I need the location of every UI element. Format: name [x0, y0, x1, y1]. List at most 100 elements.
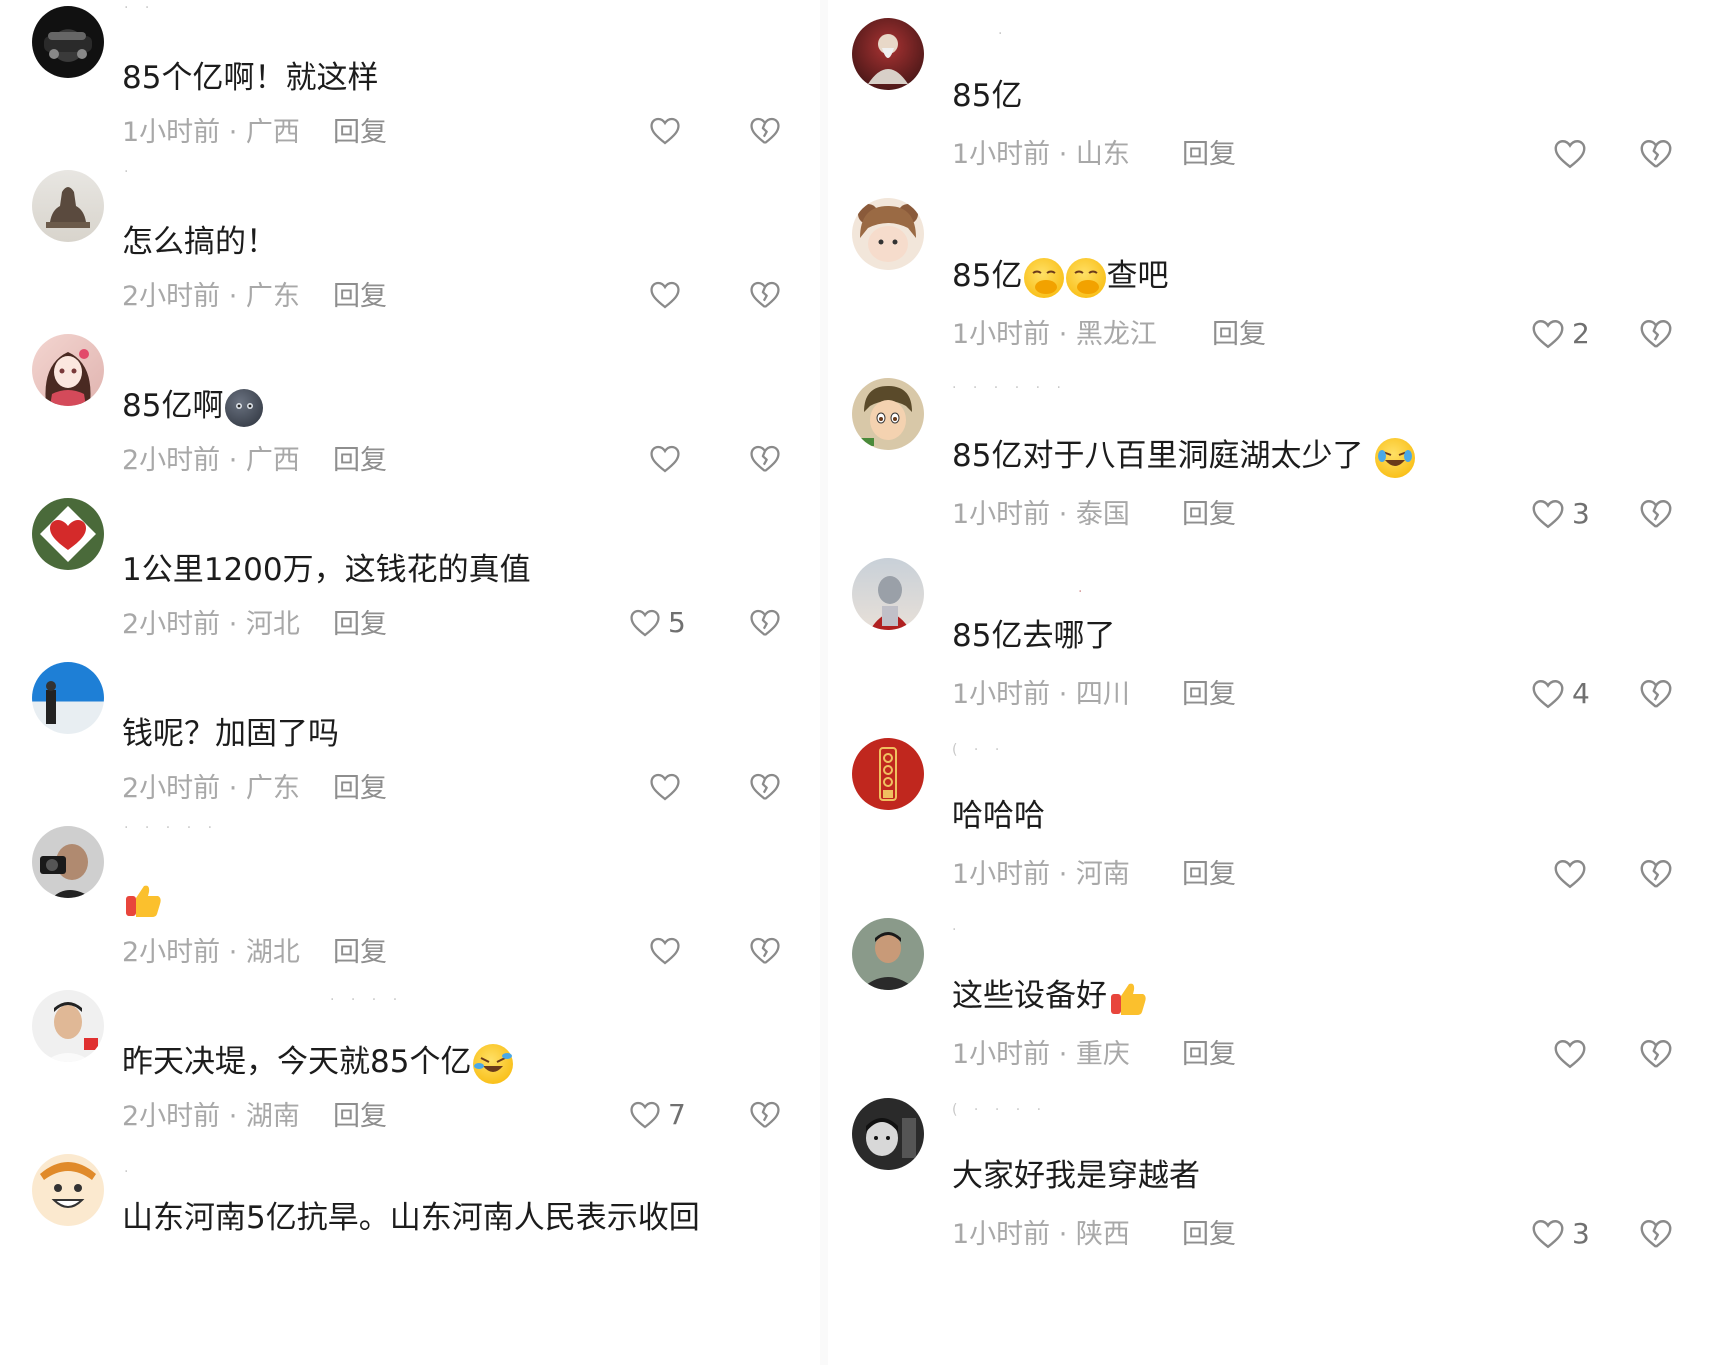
- avatar[interactable]: [852, 558, 924, 630]
- comment-item: · 85亿去哪了 1小时前 · 四川 回复 4: [828, 540, 1711, 720]
- comment-item: 钱呢？加固了吗 2小时前 · 广东 回复: [0, 656, 820, 820]
- comment-column-left: · · 85个亿啊！就这样 1小时前 · 广西 回复 · 怎么搞的！ 2小时前 …: [0, 0, 820, 1365]
- heart-icon: [1532, 500, 1564, 529]
- new-moon-face-emoji: [225, 388, 264, 427]
- like-button[interactable]: [648, 278, 688, 312]
- dislike-button[interactable]: [1638, 316, 1674, 352]
- username[interactable]: · · · ·: [330, 992, 403, 1008]
- reply-button[interactable]: 回复: [1182, 678, 1236, 712]
- dislike-button[interactable]: [1638, 136, 1674, 172]
- avatar[interactable]: [32, 1154, 104, 1226]
- dislike-button[interactable]: [748, 770, 782, 804]
- like-button[interactable]: 3: [1530, 496, 1590, 532]
- reply-button[interactable]: 回复: [1182, 1218, 1236, 1252]
- username[interactable]: ·: [124, 164, 134, 180]
- reply-button[interactable]: 回复: [1182, 138, 1236, 172]
- comment-meta: 1小时前 · 泰国: [952, 499, 1130, 530]
- avatar[interactable]: [852, 378, 924, 450]
- comment-text: 85亿对于八百里洞庭湖太少了: [952, 436, 1416, 478]
- avatar[interactable]: [32, 826, 104, 898]
- dislike-button[interactable]: [748, 1098, 782, 1132]
- comment-item: · 这些设备好 1小时前 · 重庆 回复: [828, 900, 1711, 1080]
- like-button[interactable]: 5: [628, 606, 686, 640]
- reply-button[interactable]: 回复: [333, 116, 387, 150]
- reply-button[interactable]: 回复: [333, 444, 387, 478]
- avatar[interactable]: [32, 170, 104, 242]
- like-button[interactable]: 3: [1530, 1216, 1590, 1252]
- like-count: 3: [1572, 497, 1590, 530]
- avatar[interactable]: [32, 334, 104, 406]
- like-button[interactable]: [1552, 1036, 1594, 1072]
- avatar[interactable]: [852, 918, 924, 990]
- heart-icon: [1554, 1040, 1586, 1069]
- like-button[interactable]: [1552, 136, 1594, 172]
- username[interactable]: ( · · · ·: [952, 1102, 1047, 1118]
- broken-heart-icon: [750, 117, 780, 144]
- reply-button[interactable]: 回复: [333, 280, 387, 314]
- reply-button[interactable]: 回复: [333, 772, 387, 806]
- avatar[interactable]: [852, 738, 924, 810]
- dislike-button[interactable]: [1638, 856, 1674, 892]
- broken-heart-icon: [1640, 320, 1672, 348]
- heart-icon: [1554, 140, 1586, 169]
- dislike-button[interactable]: [1638, 496, 1674, 532]
- comment-meta: 1小时前 · 山东: [952, 139, 1130, 170]
- comment-meta: 2小时前 · 湖北: [122, 937, 300, 968]
- avatar[interactable]: [852, 198, 924, 270]
- dislike-button[interactable]: [1638, 676, 1674, 712]
- username[interactable]: ·: [1078, 584, 1088, 600]
- username[interactable]: · · · · · ·: [952, 380, 1067, 396]
- dislike-button[interactable]: [1638, 1036, 1674, 1072]
- column-divider: [820, 0, 828, 1365]
- reply-button[interactable]: 回复: [1182, 858, 1236, 892]
- like-button[interactable]: 4: [1530, 676, 1590, 712]
- heart-icon: [1554, 860, 1586, 889]
- username[interactable]: ·: [124, 1164, 134, 1180]
- broken-heart-icon: [750, 281, 780, 308]
- comment-text: 大家好我是穿越者: [952, 1158, 1200, 1194]
- dislike-button[interactable]: [748, 278, 782, 312]
- comment-item: · · · · · · 85亿对于八百里洞庭湖太少了 1小时前 · 泰国 回复 …: [828, 360, 1711, 540]
- dislike-button[interactable]: [748, 114, 782, 148]
- comment-meta: 1小时前 · 河南: [952, 859, 1130, 890]
- thumbs-up-emoji: [124, 880, 164, 920]
- like-button[interactable]: [648, 934, 688, 968]
- avatar[interactable]: [32, 662, 104, 734]
- dislike-button[interactable]: [748, 934, 782, 968]
- heart-icon: [650, 117, 680, 145]
- username[interactable]: · ·: [124, 0, 155, 16]
- username[interactable]: ( · ·: [952, 742, 1005, 758]
- avatar[interactable]: [852, 18, 924, 90]
- dislike-button[interactable]: [748, 442, 782, 476]
- reply-button[interactable]: 回复: [1182, 1038, 1236, 1072]
- comment-meta: 2小时前 · 湖南: [122, 1101, 300, 1132]
- comment-meta: 1小时前 · 广西: [122, 117, 300, 148]
- comment-meta: 2小时前 · 河北: [122, 609, 300, 640]
- reply-button[interactable]: 回复: [1182, 498, 1236, 532]
- like-count: 3: [1572, 1217, 1590, 1250]
- comment-item: · · · · · 2小时前 · 湖北 回复: [0, 820, 820, 984]
- broken-heart-icon: [1640, 500, 1672, 528]
- like-button[interactable]: [648, 114, 688, 148]
- avatar[interactable]: [32, 990, 104, 1062]
- like-button[interactable]: [648, 770, 688, 804]
- like-button[interactable]: [648, 442, 688, 476]
- reply-button[interactable]: 回复: [333, 936, 387, 970]
- comment-text: 昨天决堤，今天就85个亿: [122, 1042, 514, 1084]
- like-button[interactable]: 7: [628, 1098, 686, 1132]
- reply-button[interactable]: 回复: [333, 608, 387, 642]
- dislike-button[interactable]: [748, 606, 782, 640]
- avatar[interactable]: [32, 6, 104, 78]
- reply-button[interactable]: 回复: [333, 1100, 387, 1134]
- username[interactable]: ·: [998, 26, 1008, 42]
- username[interactable]: · · · · ·: [124, 820, 218, 836]
- reply-button[interactable]: 回复: [1212, 318, 1266, 352]
- avatar[interactable]: [852, 1098, 924, 1170]
- like-count: 4: [1572, 677, 1590, 710]
- like-button[interactable]: 2: [1530, 316, 1590, 352]
- avatar[interactable]: [32, 498, 104, 570]
- comment-meta: 2小时前 · 广东: [122, 281, 300, 312]
- like-button[interactable]: [1552, 856, 1594, 892]
- dislike-button[interactable]: [1638, 1216, 1674, 1252]
- username[interactable]: ·: [952, 922, 962, 938]
